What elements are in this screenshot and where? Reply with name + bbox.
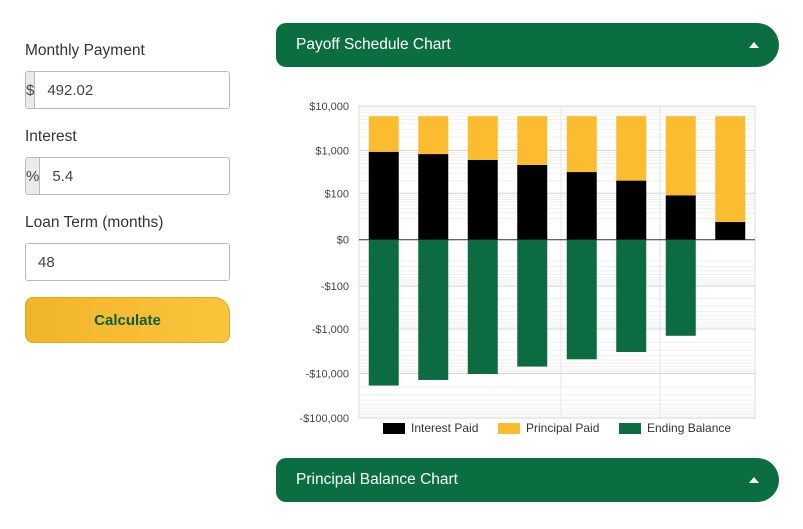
bar-ending-balance[interactable] — [368, 239, 399, 386]
bar-ending-balance[interactable] — [566, 239, 597, 360]
bar-interest-paid[interactable] — [715, 221, 746, 240]
y-tick-label: $100 — [325, 188, 349, 200]
principal-balance-chart-header[interactable]: Principal Balance Chart — [276, 458, 779, 502]
payoff-schedule-chart: $10,000 $1,000 $100 $0 -$100 -$1,000 -$10,000 -… — [299, 101, 756, 435]
legend-label: Ending Balance — [647, 421, 731, 435]
y-tick-label: -$100 — [321, 281, 349, 293]
bar-principal-paid[interactable] — [517, 116, 548, 165]
bar-interest-paid[interactable] — [665, 195, 696, 240]
interest-group: % — [25, 157, 230, 195]
bar-interest-paid[interactable] — [418, 154, 449, 240]
monthly-payment-input[interactable] — [35, 72, 229, 108]
monthly-payment-label: Monthly Payment — [25, 42, 145, 59]
bar-principal-paid[interactable] — [566, 116, 597, 173]
legend-swatch — [619, 423, 641, 434]
y-tick-label: -$100,000 — [299, 413, 349, 425]
bar-principal-paid[interactable] — [616, 116, 647, 181]
interest-label: Interest — [25, 128, 77, 145]
caret-up-icon[interactable] — [749, 42, 759, 48]
bar-principal-paid[interactable] — [715, 116, 746, 222]
bar-principal-paid[interactable] — [467, 116, 498, 160]
legend-label: Interest Paid — [411, 421, 478, 435]
percent-addon: % — [26, 158, 41, 194]
legend-swatch — [498, 423, 520, 434]
bar-principal-paid[interactable] — [418, 116, 449, 155]
payoff-chart-header[interactable]: Payoff Schedule Chart — [276, 23, 779, 67]
bar-principal-paid[interactable] — [665, 116, 696, 196]
y-tick-label: $1,000 — [315, 145, 349, 157]
bar-ending-balance[interactable] — [616, 239, 647, 353]
loan-term-input[interactable] — [25, 243, 230, 281]
loan-term-label: Loan Term (months) — [25, 214, 164, 231]
bar-interest-paid[interactable] — [368, 151, 399, 240]
principal-balance-chart-title: Principal Balance Chart — [296, 471, 458, 488]
interest-input[interactable] — [40, 158, 229, 194]
y-tick-label: -$10,000 — [306, 368, 349, 380]
bar-interest-paid[interactable] — [517, 164, 548, 240]
monthly-payment-group: $ — [25, 71, 230, 109]
bar-interest-paid[interactable] — [566, 172, 597, 240]
bar-ending-balance[interactable] — [665, 239, 696, 336]
legend-swatch — [383, 423, 405, 434]
payoff-chart-title: Payoff Schedule Chart — [296, 36, 451, 53]
bar-interest-paid[interactable] — [467, 159, 498, 240]
dollar-addon: $ — [26, 72, 36, 108]
caret-up-icon[interactable] — [749, 477, 759, 483]
legend-label: Principal Paid — [526, 421, 599, 435]
y-tick-label: $10,000 — [309, 101, 349, 113]
bar-ending-balance[interactable] — [467, 239, 498, 375]
bar-principal-paid[interactable] — [368, 116, 399, 152]
y-tick-label: -$1,000 — [312, 324, 349, 336]
bar-ending-balance[interactable] — [418, 239, 449, 380]
y-tick-label: $0 — [337, 235, 349, 247]
bar-interest-paid[interactable] — [616, 180, 647, 240]
calculate-button[interactable]: Calculate — [25, 297, 230, 343]
bar-ending-balance[interactable] — [517, 239, 548, 367]
